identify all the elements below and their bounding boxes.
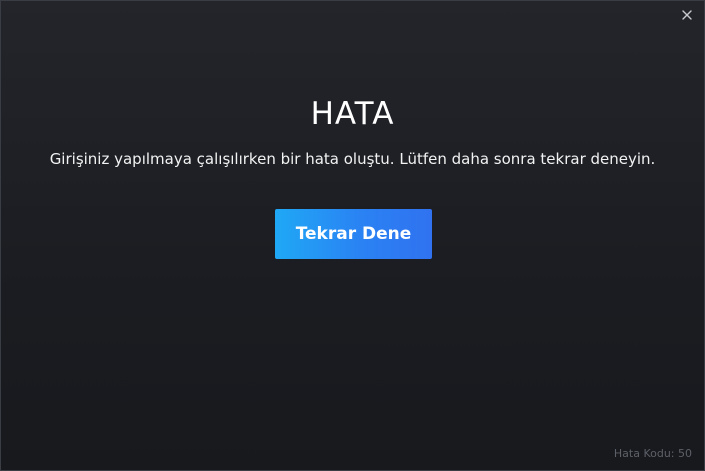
- close-button[interactable]: [678, 6, 696, 24]
- error-message: Girişiniz yapılmaya çalışılırken bir hat…: [49, 150, 656, 168]
- error-code-label: Hata Kodu: 50: [613, 447, 692, 460]
- retry-button[interactable]: Tekrar Dene: [275, 209, 432, 259]
- dialog-title: HATA: [310, 96, 395, 132]
- error-dialog: HATA Girişiniz yapılmaya çalışılırken bi…: [0, 0, 705, 471]
- close-icon: [682, 10, 692, 20]
